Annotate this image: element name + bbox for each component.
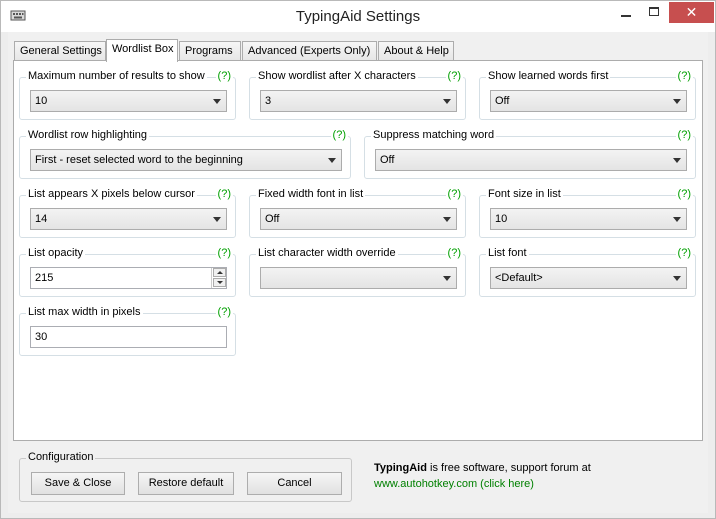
char-width-group: List character width override (?) [249, 247, 466, 297]
tab-programs[interactable]: Programs [179, 41, 241, 61]
maximize-button[interactable] [640, 2, 668, 23]
settings-window: TypingAid Settings ✕ General Settings Wo… [0, 0, 716, 519]
font-size-group: Font size in list (?) 10 [479, 188, 696, 238]
info-text: TypingAid is free software, support foru… [374, 462, 591, 474]
minimize-icon [621, 15, 631, 17]
max-results-select[interactable]: 10 [30, 90, 227, 112]
wordlist-box-panel: Maximum number of results to show (?) 10… [13, 60, 703, 441]
restore-default-button[interactable]: Restore default [138, 472, 234, 495]
chevron-down-icon [673, 217, 681, 222]
chevron-down-icon [443, 99, 451, 104]
show-after-chars-select[interactable]: 3 [260, 90, 457, 112]
fixed-width-help[interactable]: (?) [445, 188, 463, 200]
chevron-down-icon [213, 217, 221, 222]
opacity-input[interactable]: 215 [30, 267, 227, 289]
max-width-help[interactable]: (?) [215, 306, 233, 318]
list-font-help[interactable]: (?) [675, 247, 693, 259]
max-results-label: Maximum number of results to show [26, 70, 207, 82]
learned-first-select[interactable]: Off [490, 90, 687, 112]
row-highlighting-label: Wordlist row highlighting [26, 129, 150, 141]
list-font-label: List font [486, 247, 529, 259]
close-icon: ✕ [685, 4, 698, 20]
chevron-down-icon [443, 217, 451, 222]
learned-first-group: Show learned words first (?) Off [479, 70, 696, 120]
suppress-matching-label: Suppress matching word [371, 129, 497, 141]
opacity-stepper[interactable] [211, 268, 227, 288]
configuration-label: Configuration [26, 451, 96, 463]
list-font-select[interactable]: <Default> [490, 267, 687, 289]
tab-general-settings[interactable]: General Settings [14, 41, 106, 61]
title-bar[interactable]: TypingAid Settings ✕ [1, 1, 715, 32]
save-close-button[interactable]: Save & Close [31, 472, 125, 495]
chevron-down-icon [443, 276, 451, 281]
max-results-help[interactable]: (?) [215, 70, 233, 82]
fixed-width-label: Fixed width font in list [256, 188, 366, 200]
pixels-below-group: List appears X pixels below cursor (?) 1… [19, 188, 236, 238]
chevron-down-icon [673, 99, 681, 104]
support-forum-link[interactable]: www.autohotkey.com (click here) [374, 478, 534, 490]
show-after-chars-group: Show wordlist after X characters (?) 3 [249, 70, 466, 120]
list-font-group: List font (?) <Default> [479, 247, 696, 297]
max-width-input[interactable]: 30 [30, 326, 227, 348]
tab-wordlist-box[interactable]: Wordlist Box [106, 39, 178, 62]
char-width-help[interactable]: (?) [445, 247, 463, 259]
show-after-chars-label: Show wordlist after X characters [256, 70, 418, 82]
font-size-help[interactable]: (?) [675, 188, 693, 200]
pixels-below-label: List appears X pixels below cursor [26, 188, 197, 200]
minimize-button[interactable] [612, 2, 640, 23]
char-width-select[interactable] [260, 267, 457, 289]
learned-first-help[interactable]: (?) [675, 70, 693, 82]
spin-down-button[interactable] [213, 278, 226, 287]
configuration-group: Configuration Save & Close Restore defau… [19, 451, 352, 502]
spin-up-button[interactable] [213, 268, 226, 277]
chevron-down-icon [673, 276, 681, 281]
tab-about-help[interactable]: About & Help [378, 41, 454, 61]
opacity-label: List opacity [26, 247, 86, 259]
chevron-down-icon [213, 99, 221, 104]
suppress-matching-help[interactable]: (?) [675, 129, 693, 141]
suppress-matching-select[interactable]: Off [375, 149, 687, 171]
row-highlighting-help[interactable]: (?) [330, 129, 348, 141]
opacity-help[interactable]: (?) [215, 247, 233, 259]
row-highlighting-select[interactable]: First - reset selected word to the begin… [30, 149, 342, 171]
tab-advanced[interactable]: Advanced (Experts Only) [242, 41, 377, 61]
app-name: TypingAid [374, 462, 427, 474]
fixed-width-select[interactable]: Off [260, 208, 457, 230]
max-width-group: List max width in pixels (?) 30 [19, 306, 236, 356]
chevron-down-icon [673, 158, 681, 163]
cancel-button[interactable]: Cancel [247, 472, 342, 495]
maximize-icon [649, 7, 659, 16]
max-width-label: List max width in pixels [26, 306, 143, 318]
chevron-down-icon [328, 158, 336, 163]
client-area: General Settings Wordlist Box Programs A… [8, 32, 708, 513]
font-size-label: Font size in list [486, 188, 563, 200]
pixels-below-select[interactable]: 14 [30, 208, 227, 230]
char-width-label: List character width override [256, 247, 398, 259]
window-title: TypingAid Settings [295, 8, 421, 25]
max-results-group: Maximum number of results to show (?) 10 [19, 70, 236, 120]
font-size-select[interactable]: 10 [490, 208, 687, 230]
close-button[interactable]: ✕ [669, 2, 714, 23]
suppress-matching-group: Suppress matching word (?) Off [364, 129, 696, 179]
fixed-width-group: Fixed width font in list (?) Off [249, 188, 466, 238]
opacity-group: List opacity (?) 215 [19, 247, 236, 297]
show-after-chars-help[interactable]: (?) [445, 70, 463, 82]
pixels-below-help[interactable]: (?) [215, 188, 233, 200]
row-highlighting-group: Wordlist row highlighting (?) First - re… [19, 129, 351, 179]
learned-first-label: Show learned words first [486, 70, 611, 82]
